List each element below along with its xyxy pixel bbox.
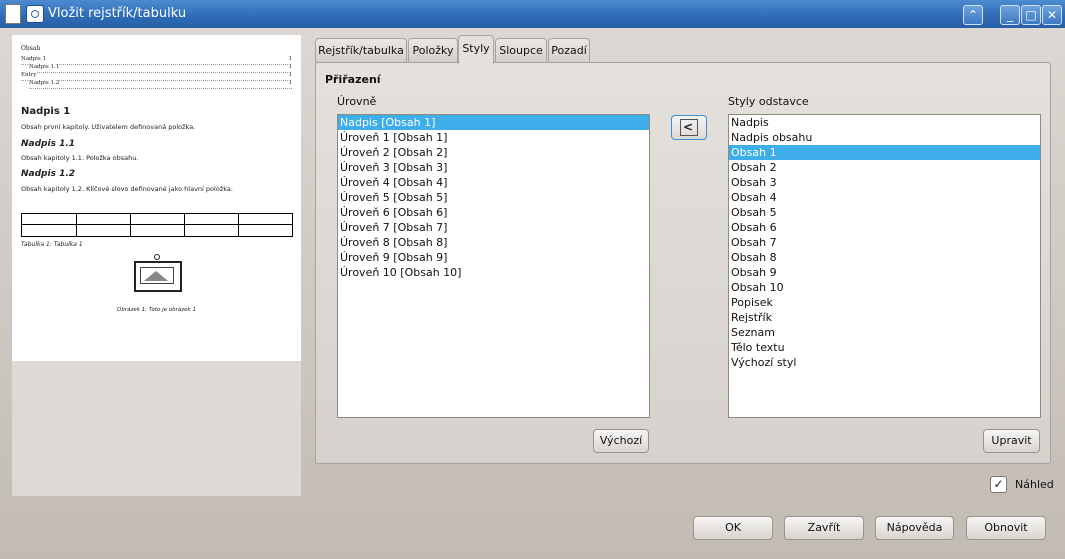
list-item[interactable]: Rejstřík [729,310,1040,325]
maximize-button[interactable]: □ [1021,5,1041,25]
list-item[interactable]: Úroveň 1 [Obsah 1] [338,130,649,145]
close-button[interactable]: ✕ [1042,5,1062,25]
list-item[interactable]: Seznam [729,325,1040,340]
list-item[interactable]: Nadpis [Obsah 1] [338,115,649,130]
edit-style-button[interactable]: Upravit [983,429,1040,453]
preview-checkbox[interactable]: ✓ [990,476,1007,493]
tab-index[interactable]: Rejstřík/tabulka [315,38,407,63]
list-item[interactable]: Obsah 8 [729,250,1040,265]
list-item[interactable]: Obsah 9 [729,265,1040,280]
list-item[interactable]: Obsah 2 [729,160,1040,175]
preview-toc-title: Obsah [21,45,41,52]
list-item[interactable]: Nadpis obsahu [729,130,1040,145]
list-item[interactable]: Tělo textu [729,340,1040,355]
preview-table-caption: Tabulka 1: Tabulka 1 [21,241,83,248]
preview-toc-line: Nadpis 1.2 1 [29,80,292,89]
assign-left-icon: < [683,120,694,134]
preview-heading-1: Nadpis 1 [21,106,71,117]
list-item[interactable]: Obsah 1 [729,145,1040,160]
preview-figure-caption: Obrázek 1: Toto je obrázek 1 [117,307,196,313]
levels-label: Úrovně [337,95,377,108]
keep-above-icon: ⌃ [967,8,979,22]
preview-paragraph: Obsah kapitoly 1.2. Klíčové slovo defino… [21,185,233,193]
checkmark-icon: ✓ [993,477,1004,491]
list-item[interactable]: Obsah 4 [729,190,1040,205]
list-item[interactable]: Obsah 5 [729,205,1040,220]
app-icon[interactable] [26,5,44,23]
preview-paragraph: Obsah první kapitoly. Uživatelem definov… [21,123,196,131]
list-item[interactable]: Obsah 3 [729,175,1040,190]
title-bar: Vložit rejstřík/tabulku ⌃ _ □ ✕ [0,0,1065,28]
tab-styles[interactable]: Styly [458,35,494,64]
list-item[interactable]: Nadpis [729,115,1040,130]
reset-button[interactable]: Obnovit [966,516,1046,540]
list-item[interactable]: Úroveň 2 [Obsah 2] [338,145,649,160]
list-item[interactable]: Úroveň 9 [Obsah 9] [338,250,649,265]
minimize-button[interactable]: _ [1000,5,1020,25]
tab-background[interactable]: Pozadí [548,38,590,63]
help-button[interactable]: Nápověda [875,516,954,540]
list-item[interactable]: Obsah 7 [729,235,1040,250]
assign-style-button[interactable]: < [671,115,707,140]
list-item[interactable]: Úroveň 8 [Obsah 8] [338,235,649,250]
preview-image [134,261,182,292]
list-item[interactable]: Popisek [729,295,1040,310]
section-title: Přiřazení [325,73,381,86]
levels-list[interactable]: Nadpis [Obsah 1] Úroveň 1 [Obsah 1] Úrov… [337,114,650,418]
list-item[interactable]: Úroveň 3 [Obsah 3] [338,160,649,175]
preview-heading-2: Nadpis 1.2 [21,169,76,179]
preview-checkbox-label: Náhled [1015,478,1054,491]
list-item[interactable]: Úroveň 4 [Obsah 4] [338,175,649,190]
preview-page: Obsah Nadpis 11 Nadpis 1.1 1 Entry 1 Nadpi… [12,35,301,361]
window-title: Vložit rejstřík/tabulku [48,6,187,21]
preview-paragraph: Obsah kapitoly 1.1. Položka obsahu. [21,154,139,162]
keep-above-button[interactable]: ⌃ [963,5,983,25]
list-item[interactable]: Úroveň 10 [Obsah 10] [338,265,649,280]
minimize-icon: _ [1007,8,1013,22]
tab-entries[interactable]: Položky [408,38,458,63]
maximize-icon: □ [1025,8,1037,22]
close-dialog-button[interactable]: Zavřít [784,516,864,540]
paragraph-styles-list[interactable]: Nadpis Nadpis obsahu Obsah 1 Obsah 2 Obs… [728,114,1041,418]
preview-image-hook [154,254,160,260]
list-item[interactable]: Výchozí styl [729,355,1040,370]
preview-heading-2: Nadpis 1.1 [21,139,76,149]
list-item[interactable]: Obsah 6 [729,220,1040,235]
ok-button[interactable]: OK [693,516,773,540]
preview-panel: Obsah Nadpis 11 Nadpis 1.1 1 Entry 1 Nadpi… [12,35,301,496]
default-button[interactable]: Výchozí [593,429,649,453]
list-item[interactable]: Úroveň 5 [Obsah 5] [338,190,649,205]
document-icon[interactable] [5,4,21,24]
styles-label: Styly odstavce [728,95,809,108]
preview-table [21,213,293,237]
list-item[interactable]: Úroveň 6 [Obsah 6] [338,205,649,220]
list-item[interactable]: Úroveň 7 [Obsah 7] [338,220,649,235]
list-item[interactable]: Obsah 10 [729,280,1040,295]
tab-columns[interactable]: Sloupce [495,38,547,63]
close-icon: ✕ [1046,8,1058,22]
